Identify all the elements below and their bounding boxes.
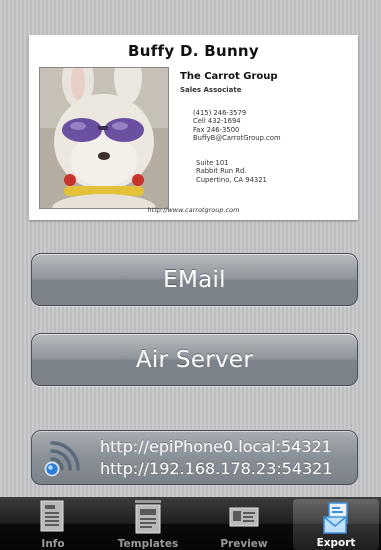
card-address-line: Cupertino, CA 94321 <box>196 175 267 184</box>
info-icon <box>40 500 64 532</box>
card-name: Buffy D. Bunny <box>128 42 259 60</box>
card-photo <box>39 67 169 209</box>
card-fax: Fax 246-3500 <box>193 125 240 134</box>
wifi-broadcast-icon <box>44 441 80 477</box>
server-url-local: http://epiPhone0.local:54321 <box>100 437 332 456</box>
card-address-line: Suite 101 <box>196 159 229 167</box>
air-server-button[interactable]: Air Server <box>31 333 358 386</box>
card-cell: Cell 432-1694 <box>193 117 241 126</box>
business-card-preview: Buffy D. Bunny The Carrot Group Sales As… <box>29 35 358 220</box>
card-job-title: Sales Associate <box>180 86 242 94</box>
card-contact-block: (415) 246-3579 Cell 432-1694 Fax 246-350… <box>193 109 281 143</box>
tab-info[interactable]: Info <box>8 497 98 550</box>
tab-bar: Info Templates Preview Export <box>0 497 381 550</box>
server-url-ip: http://192.168.178.23:54321 <box>100 459 333 478</box>
preview-icon <box>229 507 259 527</box>
card-address-line: Rabbit Run Rd. <box>196 167 247 176</box>
air-server-status-panel: http://epiPhone0.local:54321 http://192.… <box>31 430 358 485</box>
tab-templates[interactable]: Templates <box>103 497 193 550</box>
tab-export-label: Export <box>316 537 356 549</box>
bunny-photo-icon <box>40 68 168 208</box>
screen: Buffy D. Bunny The Carrot Group Sales As… <box>0 0 381 550</box>
tab-export[interactable]: Export <box>293 499 379 550</box>
tab-info-label: Info <box>41 538 65 550</box>
email-button[interactable]: EMail <box>31 253 358 306</box>
tab-templates-label: Templates <box>117 538 179 550</box>
card-url: http://www.carrotgroup.com <box>147 206 240 214</box>
tab-preview[interactable]: Preview <box>199 497 289 550</box>
card-phone: (415) 246-3579 <box>193 109 247 117</box>
export-icon <box>323 502 348 534</box>
email-button-label: EMail <box>163 266 226 293</box>
air-server-button-label: Air Server <box>135 346 254 373</box>
tab-preview-label: Preview <box>220 538 268 550</box>
templates-icon <box>135 500 161 534</box>
card-address-block: Suite 101 Rabbit Run Rd. Cupertino, CA 9… <box>196 159 267 184</box>
card-email: BuffyB@CarrotGroup.com <box>193 134 281 143</box>
card-company: The Carrot Group <box>180 71 278 82</box>
